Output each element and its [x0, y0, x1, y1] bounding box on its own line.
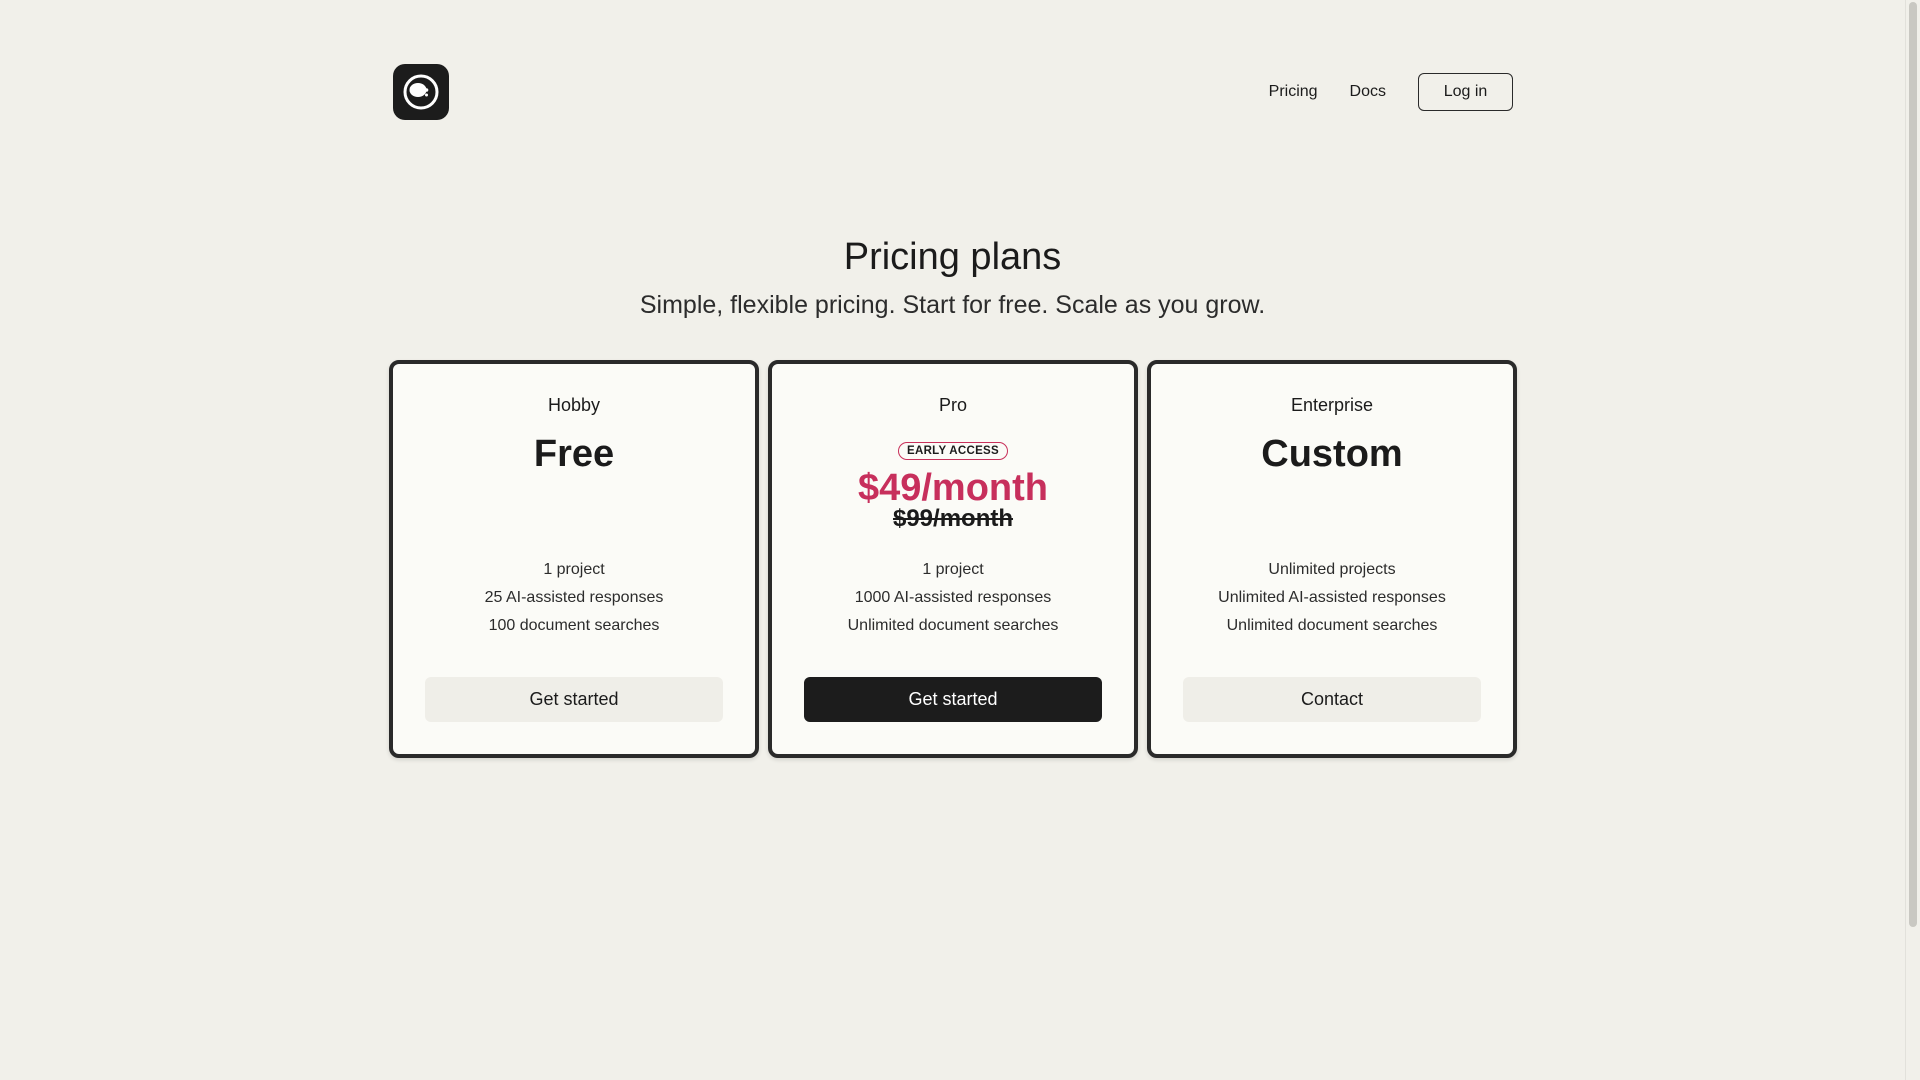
hobby-get-started-button[interactable]: Get started — [425, 677, 723, 722]
feature-item: Unlimited document searches — [1226, 617, 1438, 634]
scrollbar-thumb[interactable] — [1909, 2, 1917, 927]
feature-item: 1 project — [922, 561, 984, 578]
eye-logo-icon — [403, 74, 439, 110]
plan-card-pro: Pro EARLY ACCESS $49/month $99/month 1 p… — [768, 360, 1138, 758]
feature-item: 1 project — [543, 561, 605, 578]
login-button[interactable]: Log in — [1418, 73, 1513, 111]
plan-name: Hobby — [547, 395, 601, 415]
feature-list: 1 project 25 AI-assisted responses 100 d… — [393, 556, 755, 640]
vertical-scrollbar[interactable] — [1905, 0, 1920, 1080]
enterprise-contact-button[interactable]: Contact — [1183, 677, 1481, 722]
plan-name: Pro — [938, 395, 967, 415]
feature-item: 100 document searches — [488, 617, 660, 634]
nav-link-docs[interactable]: Docs — [1350, 83, 1386, 101]
plan-card-enterprise: Enterprise Custom Unlimited projects Unl… — [1147, 360, 1517, 758]
plan-card-hobby: Hobby Free 1 project 25 AI-assisted resp… — [389, 360, 759, 758]
feature-item: Unlimited document searches — [847, 617, 1059, 634]
nav-link-pricing[interactable]: Pricing — [1269, 83, 1318, 101]
plan-price-original: $99/month — [772, 505, 1134, 533]
plan-price-discounted: $49/month — [857, 467, 1049, 509]
page-subtitle: Simple, flexible pricing. Start for free… — [639, 291, 1266, 319]
feature-item: Unlimited AI-assisted responses — [1218, 589, 1446, 606]
feature-list: 1 project 1000 AI-assisted responses Unl… — [772, 556, 1134, 640]
logo[interactable] — [393, 64, 449, 120]
plan-price: Custom — [1261, 433, 1403, 475]
page-title: Pricing plans — [843, 236, 1062, 278]
early-access-badge: EARLY ACCESS — [897, 442, 1009, 460]
plan-name: Enterprise — [1290, 395, 1374, 415]
feature-item: Unlimited projects — [1268, 561, 1396, 578]
feature-list: Unlimited projects Unlimited AI-assisted… — [1151, 556, 1513, 640]
pro-get-started-button[interactable]: Get started — [804, 677, 1102, 722]
pricing-cards: Hobby Free 1 project 25 AI-assisted resp… — [389, 360, 1517, 758]
pricing-page: Pricing Docs Log in Pricing plans Simple… — [0, 0, 1920, 1080]
plan-price: Free — [533, 433, 615, 475]
top-nav: Pricing Docs Log in — [1269, 73, 1513, 111]
original-price-text: $99/month — [892, 505, 1014, 532]
feature-item: 1000 AI-assisted responses — [854, 589, 1052, 606]
feature-item: 25 AI-assisted responses — [484, 589, 664, 606]
